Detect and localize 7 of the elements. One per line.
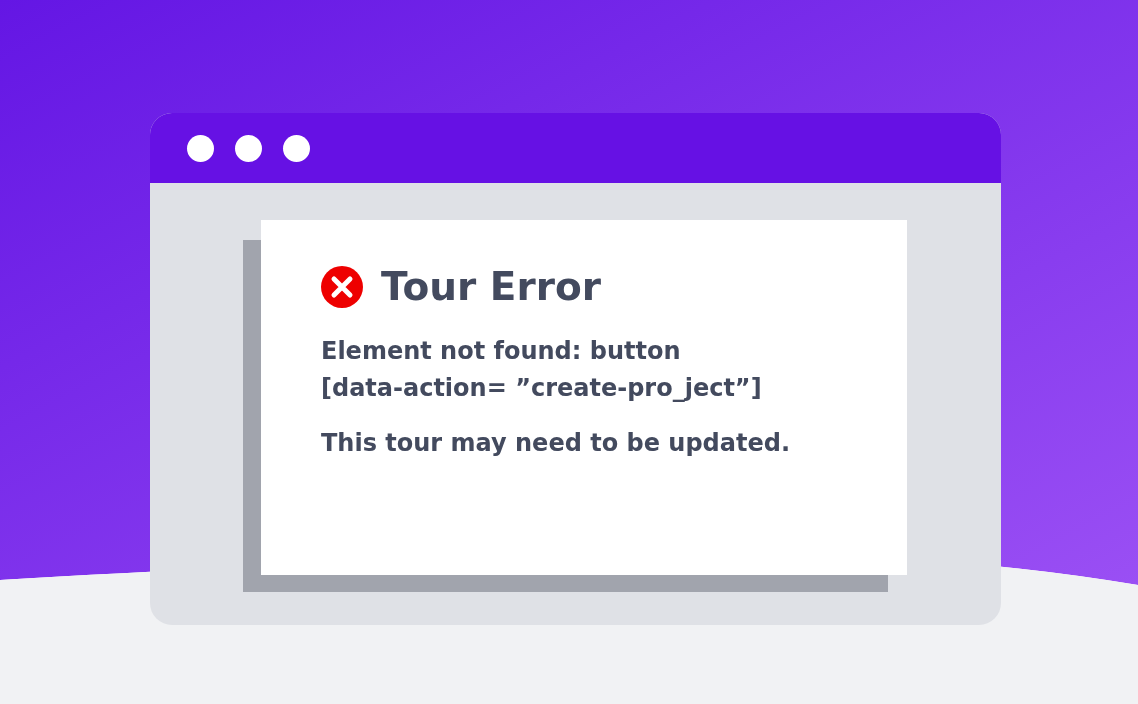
dialog-title: Tour Error (381, 264, 601, 309)
update-note: This tour may need to be updated. (321, 428, 792, 459)
error-message: Element not found: button [data-action= ”create-pro_ject”] (321, 336, 763, 404)
window-dot-icon (235, 134, 262, 162)
window-dot-icon (283, 134, 310, 162)
error-icon (321, 265, 363, 308)
window-dot-icon (187, 134, 214, 162)
